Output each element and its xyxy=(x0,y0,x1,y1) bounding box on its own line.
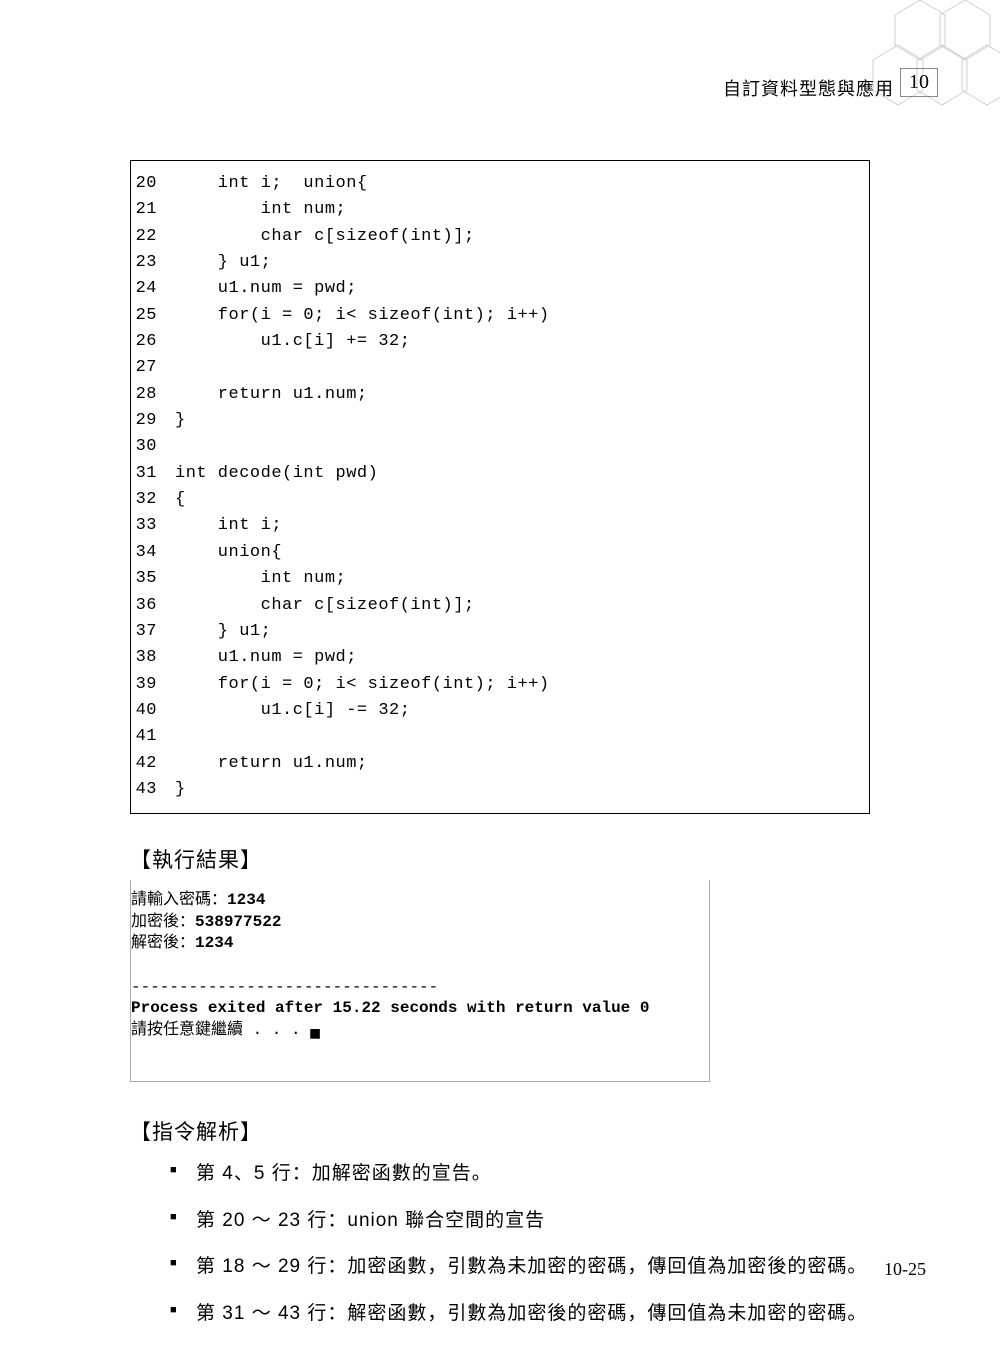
line-number: 32 xyxy=(131,487,175,513)
code-line: 29} xyxy=(131,408,857,434)
line-number: 43 xyxy=(131,777,175,803)
analysis-heading: 【指令解析】 xyxy=(130,1116,870,1146)
analysis-list: 第 4、5 行：加解密函數的宣告。第 20 ～ 23 行：union 聯合空間的… xyxy=(170,1160,870,1328)
code-line: 40 u1.c[i] -= 32; xyxy=(131,698,857,724)
code-line: 28 return u1.num; xyxy=(131,382,857,408)
line-number: 28 xyxy=(131,382,175,408)
code-text: } xyxy=(175,408,186,434)
page-content: 20 int i; union{21 int num;22 char c[siz… xyxy=(130,160,870,1346)
code-line: 43} xyxy=(131,777,857,803)
code-text: int decode(int pwd) xyxy=(175,461,378,487)
code-text: return u1.num; xyxy=(175,751,368,777)
code-text: union{ xyxy=(175,540,282,566)
code-line: 32{ xyxy=(131,487,857,513)
code-line: 34 union{ xyxy=(131,540,857,566)
line-number: 21 xyxy=(131,197,175,223)
code-text: } u1; xyxy=(175,619,271,645)
code-text: u1.num = pwd; xyxy=(175,645,357,671)
line-number: 31 xyxy=(131,461,175,487)
code-line: 39 for(i = 0; i< sizeof(int); i++) xyxy=(131,672,857,698)
chapter-title: 自訂資料型態與應用 xyxy=(723,75,894,101)
line-number: 36 xyxy=(131,593,175,619)
code-text: for(i = 0; i< sizeof(int); i++) xyxy=(175,303,550,329)
line-number: 42 xyxy=(131,751,175,777)
code-text: int num; xyxy=(175,197,346,223)
code-text: int i; xyxy=(175,513,282,539)
out-value-1: 1234 xyxy=(227,891,265,909)
code-line: 22 char c[sizeof(int)]; xyxy=(131,224,857,250)
code-text: int num; xyxy=(175,566,346,592)
code-text: return u1.num; xyxy=(175,382,368,408)
code-line: 42 return u1.num; xyxy=(131,751,857,777)
out-label-3: 解密後： xyxy=(131,934,195,952)
list-item: 第 20 ～ 23 行：union 聯合空間的宣告 xyxy=(170,1207,870,1236)
list-item: 第 18 ～ 29 行：加密函數，引數為未加密的密碼，傳回值為加密後的密碼。 xyxy=(170,1253,870,1282)
code-line: 38 u1.num = pwd; xyxy=(131,645,857,671)
out-separator: -------------------------------- xyxy=(131,978,438,996)
page-number: 10-25 xyxy=(884,1259,926,1280)
code-text: for(i = 0; i< sizeof(int); i++) xyxy=(175,672,550,698)
out-value-3: 1234 xyxy=(195,934,233,952)
code-line: 26 u1.c[i] += 32; xyxy=(131,329,857,355)
result-heading: 【執行結果】 xyxy=(130,844,870,874)
out-prompt: 請按任意鍵繼續 . . . ▄ xyxy=(131,1021,320,1039)
list-item: 第 31 ～ 43 行：解密函數，引數為加密後的密碼，傳回值為未加密的密碼。 xyxy=(170,1300,870,1329)
code-text: u1.c[i] -= 32; xyxy=(175,698,410,724)
code-line: 30 xyxy=(131,434,857,460)
code-line: 36 char c[sizeof(int)]; xyxy=(131,593,857,619)
line-number: 20 xyxy=(131,171,175,197)
line-number: 37 xyxy=(131,619,175,645)
line-number: 41 xyxy=(131,724,175,750)
code-text: char c[sizeof(int)]; xyxy=(175,224,475,250)
line-number: 24 xyxy=(131,276,175,302)
line-number: 23 xyxy=(131,250,175,276)
code-line: 35 int num; xyxy=(131,566,857,592)
code-listing: 20 int i; union{21 int num;22 char c[siz… xyxy=(130,160,870,814)
out-label-2: 加密後： xyxy=(131,913,195,931)
code-text: { xyxy=(175,487,186,513)
line-number: 33 xyxy=(131,513,175,539)
out-label-1: 請輸入密碼： xyxy=(131,891,227,909)
line-number: 26 xyxy=(131,329,175,355)
line-number: 38 xyxy=(131,645,175,671)
code-text: } u1; xyxy=(175,250,271,276)
code-line: 31int decode(int pwd) xyxy=(131,461,857,487)
code-text: } xyxy=(175,777,186,803)
line-number: 25 xyxy=(131,303,175,329)
code-line: 23 } u1; xyxy=(131,250,857,276)
line-number: 22 xyxy=(131,224,175,250)
code-line: 37 } u1; xyxy=(131,619,857,645)
line-number: 34 xyxy=(131,540,175,566)
code-line: 27 xyxy=(131,355,857,381)
line-number: 27 xyxy=(131,355,175,381)
code-line: 24 u1.num = pwd; xyxy=(131,276,857,302)
line-number: 40 xyxy=(131,698,175,724)
code-text: u1.num = pwd; xyxy=(175,276,357,302)
code-line: 25 for(i = 0; i< sizeof(int); i++) xyxy=(131,303,857,329)
code-text: u1.c[i] += 32; xyxy=(175,329,410,355)
code-text: int i; union{ xyxy=(175,171,368,197)
line-number: 30 xyxy=(131,434,175,460)
line-number: 29 xyxy=(131,408,175,434)
console-output: 請輸入密碼：1234 加密後：538977522 解密後：1234 ------… xyxy=(130,880,710,1082)
out-value-2: 538977522 xyxy=(195,913,281,931)
list-item: 第 4、5 行：加解密函數的宣告。 xyxy=(170,1160,870,1189)
line-number: 39 xyxy=(131,672,175,698)
code-text: char c[sizeof(int)]; xyxy=(175,593,475,619)
code-line: 21 int num; xyxy=(131,197,857,223)
code-line: 20 int i; union{ xyxy=(131,171,857,197)
out-exit-msg: Process exited after 15.22 seconds with … xyxy=(131,999,649,1017)
code-line: 41 xyxy=(131,724,857,750)
code-line: 33 int i; xyxy=(131,513,857,539)
line-number: 35 xyxy=(131,566,175,592)
chapter-number: 10 xyxy=(900,68,938,97)
